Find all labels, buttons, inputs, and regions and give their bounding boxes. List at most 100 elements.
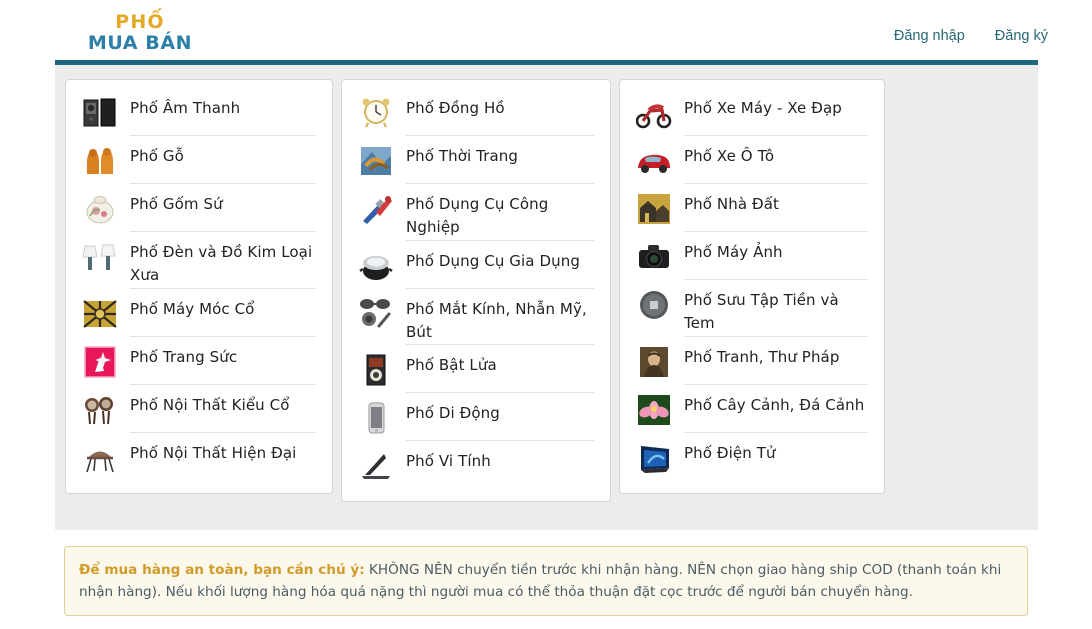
- category-item-may-anh[interactable]: Phố Máy Ảnh: [634, 232, 868, 280]
- lotus-icon: [634, 391, 674, 429]
- category-item-noi-that-hien-dai[interactable]: Phố Nội Thất Hiện Đại: [80, 433, 316, 481]
- lighter-icon: [356, 351, 396, 389]
- site-logo[interactable]: PHỐ MUA BÁN: [70, 13, 210, 53]
- category-item-go[interactable]: Phố Gỗ: [80, 136, 316, 184]
- category-column-2: Phố Đồng Hồ Phố Thời Trang Phố Dụng Cụ C…: [341, 79, 611, 502]
- clock-icon: [356, 94, 396, 132]
- speaker-icon: [80, 94, 120, 132]
- category-item-dong-ho[interactable]: Phố Đồng Hồ: [356, 88, 594, 136]
- row-separator: [684, 480, 868, 481]
- mobile-phone-icon: [356, 399, 396, 437]
- tools-icon: [356, 190, 396, 228]
- safety-notice-banner: Để mua hàng an toàn, bạn cần chú ý: KHÔN…: [64, 546, 1028, 617]
- row-separator: [684, 431, 868, 433]
- login-link[interactable]: Đăng nhập: [894, 28, 965, 44]
- lamp-icon: [80, 238, 120, 276]
- row-separator: [130, 183, 316, 184]
- category-item-dung-cu-gia-dung[interactable]: Phố Dụng Cụ Gia Dụng: [356, 241, 594, 289]
- house-icon: [634, 190, 674, 228]
- category-item-tranh-thu-phap[interactable]: Phố Tranh, Thư Pháp: [634, 337, 868, 385]
- category-label: Phố Đèn và Đồ Kim Loại Xưa: [130, 243, 313, 285]
- row-separator: [684, 183, 868, 184]
- register-link[interactable]: Đăng ký: [995, 28, 1048, 44]
- category-column-1: Phố Âm Thanh Phố Gỗ Phố Gốm Sứ Phố Đèn v…: [65, 79, 333, 494]
- motorbike-icon: [634, 94, 674, 132]
- row-separator: [406, 440, 594, 441]
- category-label: Phố Vi Tính: [406, 452, 491, 470]
- category-label: Phố Trang Sức: [130, 347, 238, 366]
- category-item-den-kim-loai[interactable]: Phố Đèn và Đồ Kim Loại Xưa: [80, 232, 316, 289]
- row-separator: [684, 231, 868, 232]
- row-separator: [684, 135, 868, 136]
- category-item-di-dong[interactable]: Phố Di Động: [356, 393, 594, 441]
- laptop-icon: [356, 447, 396, 485]
- category-column-3: Phố Xe Máy - Xe Đạp Phố Xe Ô Tô Phố Nhà …: [619, 79, 885, 494]
- logo-line-pho: PHỐ: [115, 11, 165, 33]
- category-label: Phố Dụng Cụ Gia Dụng: [406, 251, 580, 270]
- ceramic-jar-icon: [80, 190, 120, 228]
- jewelry-icon: [80, 343, 120, 381]
- row-separator: [130, 335, 316, 337]
- category-item-am-thanh[interactable]: Phố Âm Thanh: [80, 88, 316, 136]
- wood-statue-icon: [80, 142, 120, 180]
- row-separator: [130, 480, 316, 481]
- row-separator: [406, 287, 594, 289]
- sunglasses-icon: [356, 295, 396, 333]
- category-label: Phố Nội Thất Hiện Đại: [130, 443, 297, 462]
- categories-columns: Phố Âm Thanh Phố Gỗ Phố Gốm Sứ Phố Đèn v…: [55, 65, 1038, 530]
- tv-icon: [634, 439, 674, 477]
- category-label: Phố Tranh, Thư Pháp: [684, 347, 840, 366]
- category-item-xe-o-to[interactable]: Phố Xe Ô Tô: [634, 136, 868, 184]
- category-item-trang-suc[interactable]: Phố Trang Sức: [80, 337, 316, 385]
- category-label: Phố Di Động: [406, 404, 500, 422]
- category-item-nha-dat[interactable]: Phố Nhà Đất: [634, 184, 868, 232]
- site-header: PHỐ MUA BÁN Đăng nhập Đăng ký: [0, 0, 1092, 62]
- row-separator: [684, 335, 868, 337]
- category-item-thoi-trang[interactable]: Phố Thời Trang: [356, 136, 594, 184]
- category-label: Phố Thời Trang: [406, 147, 519, 165]
- row-separator: [406, 344, 594, 345]
- category-item-dung-cu-cong-nghiep[interactable]: Phố Dụng Cụ Công Nghiệp: [356, 184, 594, 241]
- category-label: Phố Sưu Tập Tiền và Tem: [684, 291, 839, 333]
- category-label: Phố Xe Máy - Xe Đạp: [684, 99, 842, 117]
- category-item-noi-that-kieu-co[interactable]: Phố Nội Thất Kiểu Cổ: [80, 385, 316, 433]
- category-label: Phố Nội Thất Kiểu Cổ: [130, 395, 290, 414]
- coin-icon: [634, 286, 674, 324]
- camera-icon: [634, 238, 674, 276]
- antique-machine-icon: [80, 295, 120, 333]
- logo-line-muaban: MUA BÁN: [87, 32, 193, 54]
- category-item-bat-lua[interactable]: Phố Bật Lửa: [356, 345, 594, 393]
- safety-notice-strong: Để mua hàng an toàn, bạn cần chú ý:: [79, 562, 365, 578]
- category-label: Phố Điện Tử: [684, 443, 776, 462]
- page-root: PHỐ MUA BÁN Đăng nhập Đăng ký Phố Âm Tha…: [0, 0, 1092, 629]
- fashion-icon: [356, 142, 396, 180]
- category-label: Phố Gốm Sứ: [130, 195, 223, 213]
- category-item-gom-su[interactable]: Phố Gốm Sứ: [80, 184, 316, 232]
- category-label: Phố Máy Móc Cổ: [130, 299, 255, 318]
- category-item-vi-tinh[interactable]: Phố Vi Tính: [356, 441, 594, 489]
- category-item-dien-tu[interactable]: Phố Điện Tử: [634, 433, 868, 481]
- row-separator: [406, 488, 594, 489]
- category-label: Phố Dụng Cụ Công Nghiệp: [406, 195, 549, 237]
- painting-icon: [634, 343, 674, 381]
- category-item-mat-kinh-nhan-but[interactable]: Phố Mắt Kính, Nhẫn Mỹ, Bút: [356, 289, 594, 345]
- category-item-may-moc-co[interactable]: Phố Máy Móc Cổ: [80, 289, 316, 337]
- row-separator: [406, 135, 594, 136]
- category-item-xe-may-xe-dap[interactable]: Phố Xe Máy - Xe Đạp: [634, 88, 868, 136]
- modern-chair-icon: [80, 439, 120, 477]
- row-separator: [406, 392, 594, 393]
- category-label: Phố Máy Ảnh: [684, 243, 783, 261]
- categories-panel: Phố Âm Thanh Phố Gỗ Phố Gốm Sứ Phố Đèn v…: [55, 65, 1038, 530]
- category-label: Phố Bật Lửa: [406, 356, 497, 374]
- category-item-suu-tap-tien-tem[interactable]: Phố Sưu Tập Tiền và Tem: [634, 280, 868, 337]
- row-separator: [684, 279, 868, 280]
- row-separator: [130, 431, 316, 433]
- row-separator: [130, 287, 316, 289]
- header-links: Đăng nhập Đăng ký: [894, 28, 1048, 44]
- car-icon: [634, 142, 674, 180]
- category-label: Phố Mắt Kính, Nhẫn Mỹ, Bút: [406, 299, 587, 341]
- category-label: Phố Đồng Hồ: [406, 99, 505, 117]
- category-label: Phố Cây Cảnh, Đá Cảnh: [684, 395, 865, 414]
- antique-furniture-icon: [80, 391, 120, 429]
- category-item-cay-canh-da-canh[interactable]: Phố Cây Cảnh, Đá Cảnh: [634, 385, 868, 433]
